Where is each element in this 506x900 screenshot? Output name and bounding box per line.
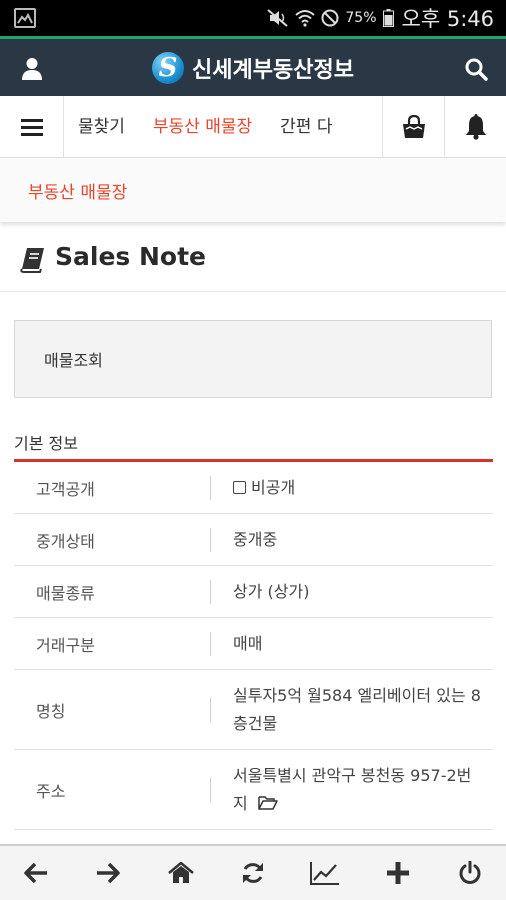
- battery-icon: [382, 9, 394, 27]
- folder-open-icon[interactable]: [258, 795, 278, 810]
- refresh-button[interactable]: [233, 853, 273, 893]
- wifi-icon: [295, 10, 316, 27]
- book-icon: [20, 248, 44, 273]
- public-checkbox[interactable]: [233, 481, 246, 494]
- battery-percent: 75%: [345, 10, 377, 26]
- chart-button[interactable]: [305, 853, 345, 893]
- shopping-bag-icon: [402, 115, 425, 138]
- clock: 오후 5:46: [401, 7, 494, 31]
- divider: [210, 579, 211, 604]
- table-row: 고객공개 비공개: [14, 462, 493, 514]
- row-value: 중개중: [233, 529, 278, 549]
- divider: [210, 527, 211, 552]
- forward-button[interactable]: [88, 853, 128, 893]
- tab-property-ledger[interactable]: 부동산 매물장: [139, 96, 266, 158]
- notifications-button[interactable]: [444, 96, 506, 158]
- no-sim-icon: [321, 9, 339, 27]
- row-label: 중개상태: [36, 531, 95, 551]
- search-icon: [465, 58, 488, 81]
- property-name: 실투자5억 월584 엘리베이터 있는 8층건물: [233, 685, 481, 733]
- status-indicators: 75% 오후 5:46: [267, 0, 494, 36]
- row-value: 비공개: [233, 462, 485, 513]
- plus-icon: [386, 862, 409, 884]
- gallery-icon: [14, 8, 36, 28]
- nav-tabs: 물찾기 부동산 매물장 간편 다: [64, 96, 382, 158]
- divider: [210, 777, 211, 802]
- divider: [210, 475, 211, 500]
- row-value: 상가 (상가): [233, 581, 310, 601]
- property-address: 서울특별시 관악구 봉천동 957-2번지: [233, 765, 472, 813]
- page-heading: Sales Note: [0, 228, 506, 292]
- property-search-box[interactable]: 매물조회: [14, 320, 492, 398]
- table-row: 거래구분 매매: [14, 618, 493, 670]
- row-label: 매물종류: [36, 583, 95, 603]
- table-row: 매물종류 상가 (상가): [14, 566, 493, 618]
- row-value: 서울특별시 관악구 봉천동 957-2번지: [233, 750, 485, 829]
- nav-bar: 물찾기 부동산 매물장 간편 다: [0, 96, 506, 158]
- tab-item-search[interactable]: 물찾기: [64, 96, 139, 158]
- table-row: 주소 서울특별시 관악구 봉천동 957-2번지: [14, 750, 493, 830]
- row-label: 주소: [36, 781, 66, 801]
- add-button[interactable]: [378, 853, 418, 893]
- brand[interactable]: S 신세계부동산정보: [0, 48, 506, 88]
- refresh-icon: [242, 863, 263, 883]
- power-button[interactable]: [450, 853, 490, 893]
- hamburger-menu-icon: [20, 119, 43, 136]
- sub-title: 부동산 매물장: [28, 183, 128, 203]
- divider: [210, 631, 211, 656]
- property-search-label: 매물조회: [44, 351, 103, 370]
- app-header: S 신세계부동산정보: [0, 36, 506, 96]
- row-value: 매매: [233, 633, 263, 653]
- mute-icon: [267, 9, 289, 27]
- table-row: 명칭 실투자5억 월584 엘리베이터 있는 8층건물: [14, 670, 493, 750]
- brand-logo-icon: S: [152, 52, 185, 84]
- sub-title-bar: 부동산 매물장: [0, 158, 506, 222]
- home-button[interactable]: [161, 853, 201, 893]
- status-bar: 75% 오후 5:46: [0, 0, 506, 36]
- divider: [210, 697, 211, 722]
- checkbox-label: 비공개: [251, 477, 296, 497]
- section-title-text: 기본 정보: [14, 434, 78, 453]
- brand-name: 신세계부동산정보: [192, 58, 354, 83]
- section-title: 기본 정보: [14, 428, 493, 462]
- bell-icon: [465, 114, 486, 140]
- row-label: 명칭: [36, 701, 66, 721]
- basic-info-table: 고객공개 비공개 중개상태 중개중 매물종류 상가 (상가) 거래구분 매매 명…: [14, 462, 493, 830]
- back-button[interactable]: [16, 853, 56, 893]
- shopping-bag-button[interactable]: [382, 96, 444, 158]
- search-button[interactable]: [460, 53, 492, 85]
- home-icon: [167, 862, 194, 883]
- row-label: 거래구분: [36, 635, 95, 655]
- bottom-toolbar: [0, 844, 506, 900]
- arrow-left-icon: [24, 862, 48, 884]
- power-icon: [459, 861, 481, 884]
- arrow-right-icon: [97, 862, 121, 884]
- table-row: 중개상태 중개중: [14, 514, 493, 566]
- page-title: Sales Note: [55, 242, 206, 271]
- chart-icon: [310, 862, 340, 885]
- row-label: 고객공개: [36, 479, 95, 499]
- row-value: 실투자5억 월584 엘리베이터 있는 8층건물: [233, 670, 485, 749]
- tab-simple[interactable]: 간편 다: [266, 96, 346, 158]
- menu-button[interactable]: [0, 96, 64, 158]
